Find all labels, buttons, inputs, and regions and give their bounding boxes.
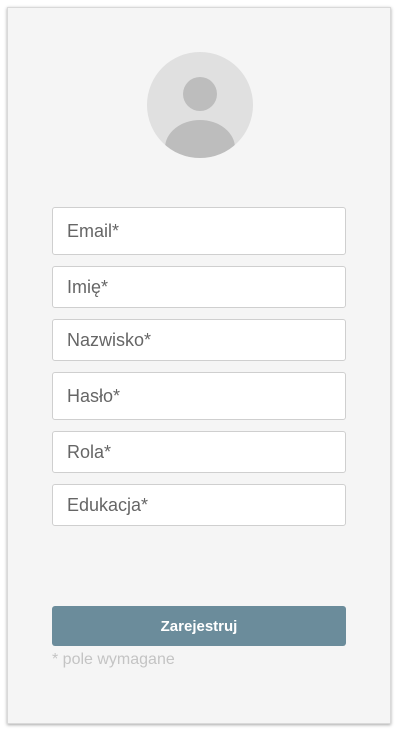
- education-field[interactable]: [52, 484, 346, 526]
- avatar: [147, 52, 253, 158]
- user-placeholder-icon: [165, 77, 235, 158]
- role-field[interactable]: [52, 431, 346, 473]
- register-button[interactable]: Zarejestruj: [52, 606, 346, 646]
- registration-card: Zarejestruj * pole wymagane: [7, 7, 391, 724]
- email-field[interactable]: [52, 207, 346, 255]
- first-name-field[interactable]: [52, 266, 346, 308]
- last-name-field[interactable]: [52, 319, 346, 361]
- required-fields-note: * pole wymagane: [52, 651, 175, 668]
- password-field[interactable]: [52, 372, 346, 420]
